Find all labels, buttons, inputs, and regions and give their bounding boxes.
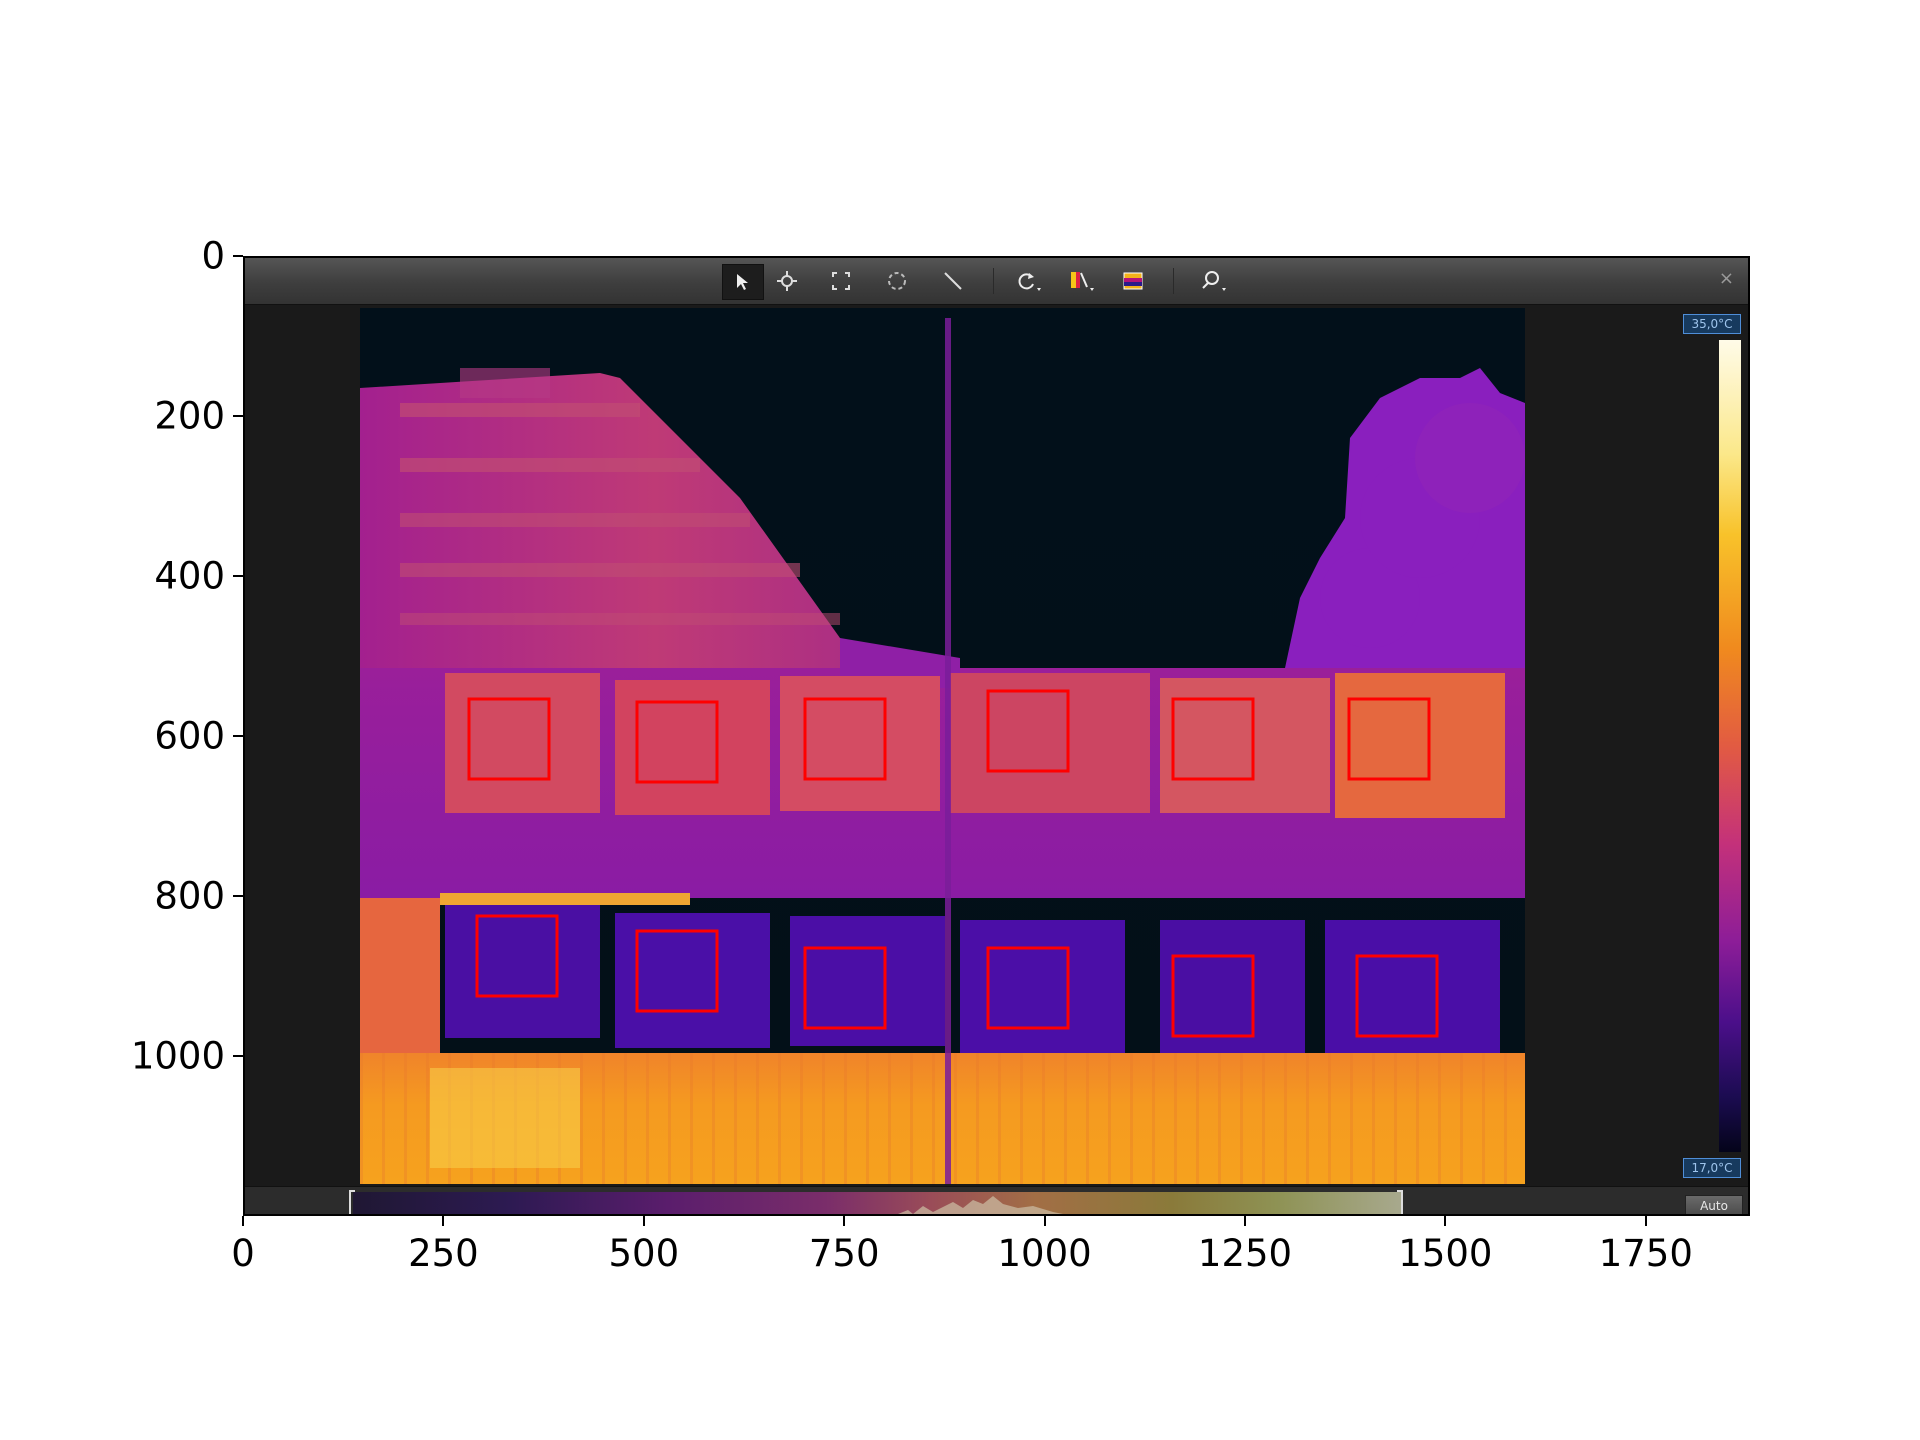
range-left-handle[interactable] bbox=[349, 1190, 355, 1214]
x-tick bbox=[242, 1216, 244, 1226]
y-tick-label: 400 bbox=[154, 554, 225, 598]
histogram-gradient[interactable] bbox=[353, 1192, 1403, 1214]
y-tick bbox=[233, 895, 243, 897]
y-tick-label: 600 bbox=[154, 714, 225, 758]
rotate-icon[interactable] bbox=[1009, 264, 1049, 298]
zoom-icon[interactable] bbox=[1195, 264, 1235, 298]
x-tick-label: 1250 bbox=[1197, 1232, 1293, 1275]
image-mode-icon[interactable] bbox=[1113, 264, 1153, 298]
y-tick bbox=[233, 1055, 243, 1057]
toolbar: × bbox=[245, 258, 1748, 305]
y-tick-label: 1000 bbox=[130, 1034, 225, 1078]
temp-max-label[interactable]: 35,0°C bbox=[1683, 314, 1741, 334]
x-tick-label: 750 bbox=[808, 1232, 880, 1275]
x-tick bbox=[1043, 1216, 1046, 1226]
x-tick-label: 250 bbox=[408, 1232, 479, 1275]
temp-min-label[interactable]: 17,0°C bbox=[1683, 1158, 1741, 1178]
auto-button[interactable]: Auto bbox=[1685, 1195, 1743, 1214]
box-measure-icon[interactable] bbox=[821, 264, 861, 298]
color-scale-bar bbox=[1719, 340, 1741, 1152]
y-tick-label: 800 bbox=[154, 874, 225, 918]
y-tick bbox=[233, 735, 243, 737]
x-tick bbox=[442, 1216, 445, 1226]
range-right-handle[interactable] bbox=[1397, 1190, 1403, 1214]
circle-measure-icon[interactable] bbox=[877, 264, 917, 298]
thermal-viewer-window: × 35,0°C 17,0°C Auto bbox=[243, 256, 1750, 1216]
histogram bbox=[898, 1196, 1063, 1214]
line-measure-icon[interactable] bbox=[933, 264, 973, 298]
y-tick bbox=[233, 255, 243, 257]
x-tick-label: 1000 bbox=[997, 1232, 1092, 1275]
x-tick bbox=[843, 1216, 846, 1226]
y-tick bbox=[233, 415, 243, 417]
thermal-image bbox=[360, 308, 1525, 1184]
select-arrow-icon[interactable] bbox=[722, 264, 764, 300]
x-tick-label: 1750 bbox=[1598, 1232, 1693, 1275]
x-tick bbox=[1444, 1216, 1447, 1226]
x-tick-label: 500 bbox=[608, 1232, 680, 1275]
spot-meter-icon[interactable] bbox=[767, 264, 807, 298]
x-tick bbox=[1644, 1216, 1647, 1226]
x-tick bbox=[1243, 1216, 1246, 1226]
x-tick-label: 0 bbox=[231, 1232, 255, 1275]
y-tick bbox=[233, 575, 243, 577]
range-bar: Auto bbox=[245, 1186, 1748, 1214]
y-tick-label: 0 bbox=[201, 234, 225, 278]
palette-icon[interactable] bbox=[1063, 264, 1103, 298]
y-tick-label: 200 bbox=[154, 394, 225, 438]
close-icon[interactable]: × bbox=[1719, 268, 1734, 289]
x-tick bbox=[642, 1216, 645, 1226]
x-tick-label: 1500 bbox=[1398, 1232, 1493, 1275]
